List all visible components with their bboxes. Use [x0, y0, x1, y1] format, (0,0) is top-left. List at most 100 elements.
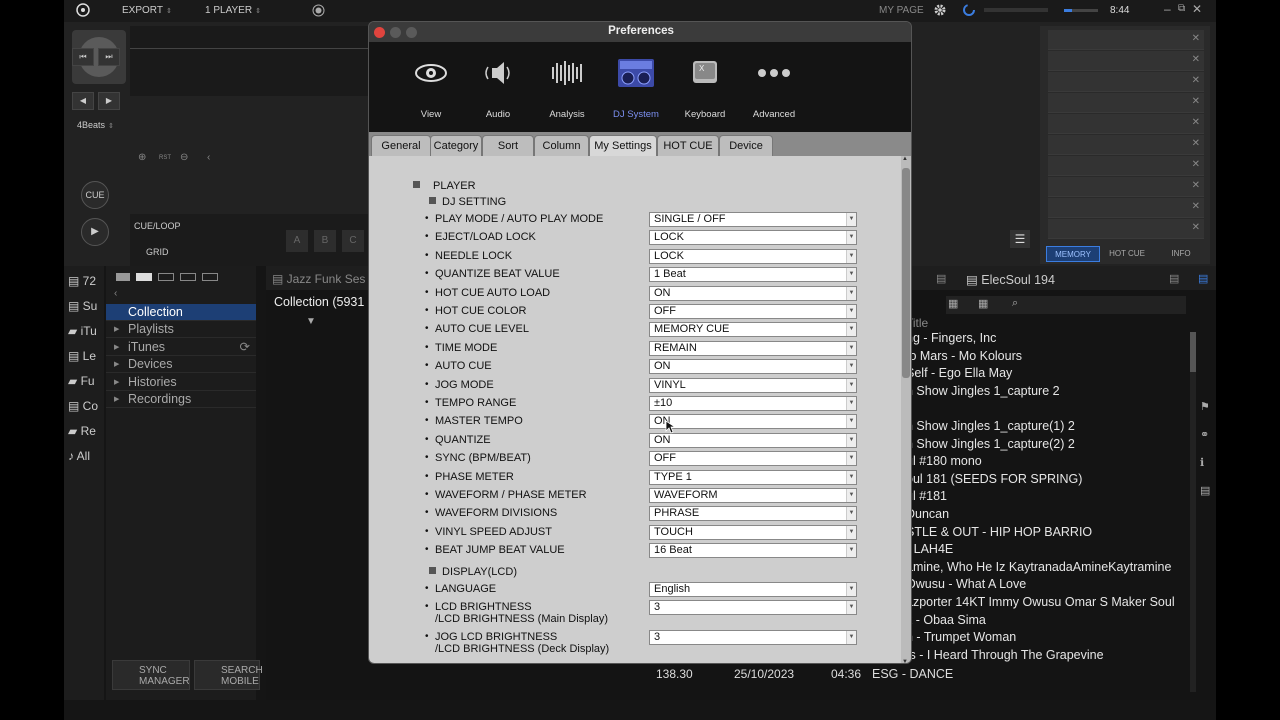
memory-cue-slot[interactable]: ✕: [1048, 93, 1204, 113]
setting-dropdown[interactable]: PHRASE ▼: [649, 506, 857, 522]
setting-dropdown[interactable]: WAVEFORM ▼: [649, 488, 857, 503]
list-scrollbar[interactable]: [1190, 332, 1196, 692]
dropdown-arrow-icon[interactable]: ▼: [846, 341, 856, 355]
memory-cue-slot[interactable]: ✕: [1048, 156, 1204, 176]
setting-dropdown[interactable]: OFF ▼: [649, 304, 857, 319]
filter-icon[interactable]: ▼: [306, 316, 316, 327]
view-icon[interactable]: [158, 273, 174, 281]
dropdown-arrow-icon[interactable]: ▼: [846, 415, 856, 429]
track-title-row[interactable]: n Show Jingles 1_capture(2) 2: [906, 436, 1192, 454]
scroll-up-icon[interactable]: ▲: [902, 156, 908, 162]
track-title-row[interactable]: n Show Jingles 1_capture 2: [906, 383, 1192, 401]
dropdown-arrow-icon[interactable]: ▼: [846, 452, 856, 466]
gear-icon[interactable]: [933, 3, 947, 20]
list-tab-jazz-funk[interactable]: ▤ Jazz Funk Ses: [272, 272, 365, 286]
delete-icon[interactable]: ✕: [1192, 75, 1200, 86]
view-icon[interactable]: [202, 273, 218, 281]
delete-icon[interactable]: ✕: [1192, 222, 1200, 233]
memory-cue-slot[interactable]: ✕: [1048, 30, 1204, 50]
track-title-row[interactable]: k - Obaa Sima: [906, 612, 1192, 630]
delete-icon[interactable]: ✕: [1192, 33, 1200, 44]
setting-dropdown[interactable]: REMAIN ▼: [649, 340, 857, 356]
view-icon[interactable]: [136, 273, 152, 281]
setting-dropdown[interactable]: MEMORY CUE ▼: [649, 322, 857, 338]
track-title-row[interactable]: Owusu - What A Love: [906, 576, 1192, 594]
tab-column[interactable]: Column: [534, 135, 589, 156]
prev-track-icon[interactable]: ⏮: [72, 48, 94, 66]
delete-icon[interactable]: ✕: [1192, 201, 1200, 212]
view-icon[interactable]: [180, 273, 196, 281]
dropdown-arrow-icon[interactable]: ▼: [846, 601, 856, 614]
dropdown-arrow-icon[interactable]: ▼: [846, 360, 856, 374]
tree-item-playlists[interactable]: ▶ Playlists: [106, 321, 256, 338]
maximize-icon[interactable]: ⧉: [1178, 3, 1185, 14]
dropdown-arrow-icon[interactable]: ▼: [846, 489, 856, 502]
tag-icon[interactable]: [116, 273, 130, 281]
dropdown-arrow-icon[interactable]: ▼: [846, 378, 856, 392]
memory-cue-slot[interactable]: ✕: [1048, 219, 1204, 239]
minimize-icon[interactable]: –: [1164, 2, 1171, 16]
cue-loop-tab[interactable]: CUE/LOOP: [134, 221, 181, 231]
volume-slider[interactable]: [1064, 9, 1098, 12]
sync-manager-button[interactable]: SYNC MANAGER: [112, 660, 190, 690]
track-title-row[interactable]: to Mars - Mo Kolours: [906, 348, 1192, 366]
info-icon[interactable]: ℹ: [1200, 456, 1204, 469]
left-strip-item[interactable]: ▤ Le: [68, 349, 96, 363]
track-title-row[interactable]: n - Trumpet Woman: [906, 629, 1192, 647]
forward-icon[interactable]: ▶: [98, 92, 120, 110]
left-strip-item[interactable]: ▰ Re: [68, 424, 96, 438]
tag-icon[interactable]: ⚑: [1200, 400, 1210, 413]
track-title-row[interactable]: ts - I Heard Through The Grapevine: [906, 647, 1192, 665]
setting-dropdown[interactable]: ±10 ▼: [649, 396, 857, 411]
left-strip-item[interactable]: ▰ iTu: [68, 324, 97, 338]
track-title-row[interactable]: STLE & OUT - HIP HOP BARRIO: [906, 524, 1192, 542]
memory-cue-slot[interactable]: ✕: [1048, 114, 1204, 134]
track-title-row[interactable]: Duncan: [906, 506, 1192, 524]
grid-tab[interactable]: GRID: [146, 247, 169, 257]
setting-dropdown[interactable]: ON ▼: [649, 359, 857, 375]
list-tab-elecsoul[interactable]: ▤ ElecSoul 194: [966, 272, 1055, 287]
tree-item-collection[interactable]: Collection: [106, 304, 256, 321]
dropdown-arrow-icon[interactable]: ▼: [846, 631, 856, 644]
toolbar-dj-system[interactable]: DJ System: [596, 57, 676, 120]
dropdown-arrow-icon[interactable]: ▼: [846, 397, 856, 410]
track-title-row[interactable]: n Show Jingles 1_capture(1) 2: [906, 418, 1192, 436]
track-title-row[interactable]: azporter 14KT Immy Owusu Omar S Maker So…: [906, 594, 1192, 612]
setting-dropdown[interactable]: ON ▼: [649, 432, 857, 448]
delete-icon[interactable]: ✕: [1192, 159, 1200, 170]
expand-arrow-icon[interactable]: ▶: [114, 339, 119, 356]
tab-hot-cue[interactable]: HOT CUE: [657, 135, 719, 156]
tab-hot-cue[interactable]: HOT CUE: [1100, 246, 1154, 262]
left-strip-item[interactable]: ▤ Su: [68, 299, 97, 313]
track-title-row[interactable]: [906, 400, 1192, 418]
list-view-icon[interactable]: ▤: [1198, 272, 1208, 285]
tree-item-devices[interactable]: ▶ Devices: [106, 356, 256, 373]
setting-dropdown[interactable]: English ▼: [649, 582, 857, 597]
setting-dropdown[interactable]: 1 Beat ▼: [649, 267, 857, 283]
setting-dropdown[interactable]: 16 Beat ▼: [649, 543, 857, 559]
track-title-row[interactable]: Self - Ego Ella May: [906, 365, 1192, 383]
dropdown-arrow-icon[interactable]: ▼: [846, 249, 856, 263]
hot-cue-pad-a[interactable]: A: [286, 230, 308, 252]
my-page-link[interactable]: MY PAGE: [879, 5, 924, 16]
list-view-icon[interactable]: ▤: [936, 272, 946, 285]
tab-info[interactable]: INFO: [1154, 246, 1208, 262]
toolbar-audio[interactable]: Audio: [458, 57, 538, 120]
setting-dropdown[interactable]: TOUCH ▼: [649, 524, 857, 540]
memory-cue-slot[interactable]: ✕: [1048, 198, 1204, 218]
export-mode-select[interactable]: EXPORT ⇕: [122, 5, 172, 16]
dropdown-arrow-icon[interactable]: ▼: [846, 231, 856, 245]
left-strip-item[interactable]: ▤ 72: [68, 274, 96, 288]
setting-dropdown[interactable]: TYPE 1 ▼: [649, 469, 857, 485]
setting-dropdown[interactable]: SINGLE / OFF ▼: [649, 212, 857, 227]
toolbar-keyboard[interactable]: X Keyboard: [665, 57, 745, 120]
delete-icon[interactable]: ✕: [1192, 54, 1200, 65]
link-icon[interactable]: ⚭: [1200, 428, 1209, 441]
track-title-row[interactable]: oul 181 (SEEDS FOR SPRING): [906, 471, 1192, 489]
record-icon[interactable]: [312, 4, 325, 20]
dropdown-arrow-icon[interactable]: ▼: [846, 213, 856, 226]
panel-icon[interactable]: ▤: [1200, 484, 1210, 497]
beat-jump-select[interactable]: 4Beats ⇕: [77, 120, 114, 130]
left-strip-item[interactable]: ▰ Fu: [68, 374, 95, 388]
close-icon[interactable]: ✕: [1192, 2, 1202, 16]
